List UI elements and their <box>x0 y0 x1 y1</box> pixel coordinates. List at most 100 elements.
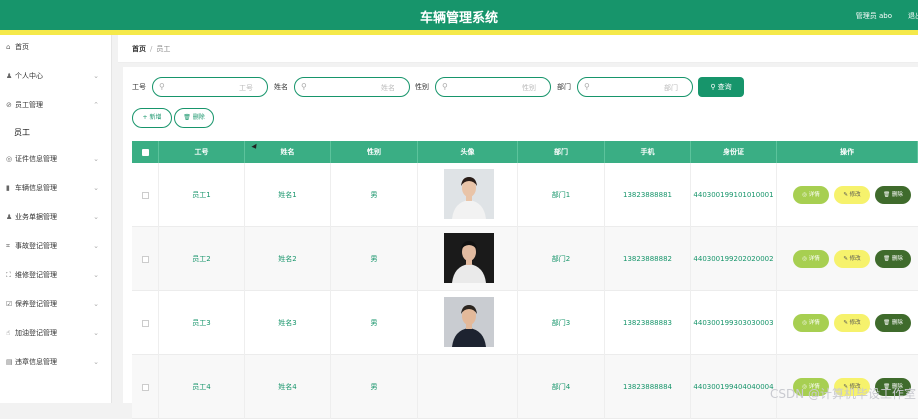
sidebar-item-8[interactable]: ☑保养登记管理⌄ <box>0 292 111 321</box>
breadcrumb-home[interactable]: 首页 <box>132 45 146 53</box>
cell-actions: ◎ 详情 ✎ 修改 🗑 删除 <box>777 163 918 227</box>
cell-dept: 部门1 <box>518 163 605 227</box>
column-header: 姓名 <box>245 141 331 163</box>
top-bar: 车辆管理系统 管理员 abo 退出 <box>0 0 918 30</box>
sidebar-item-5[interactable]: ♟业务单据管理⌄ <box>0 205 111 234</box>
cell-name: 姓名4 <box>245 355 331 419</box>
cell-avatar <box>418 355 518 419</box>
chevron-icon: ⌄ <box>93 176 99 201</box>
row-checkbox[interactable] <box>132 163 159 227</box>
chevron-icon: ⌄ <box>93 64 99 89</box>
delete-button[interactable]: 🗑 删除 <box>875 186 911 204</box>
chevron-icon: ⌄ <box>93 292 99 317</box>
id-card-icon: ◎ <box>6 147 15 172</box>
content-panel: 工号 ⚲ 工号 姓名 ⚲ 姓名 性别 ⚲ 性别 部门 ⚲ 部门 ⚲ 查询 <box>123 67 918 403</box>
sidebar-item-label: 个人中心 <box>15 72 43 80</box>
car-icon: ▮ <box>6 176 15 201</box>
search-input-dept[interactable]: ⚲ 部门 <box>577 77 693 97</box>
sidebar-item-label: 员工管理 <box>15 101 43 109</box>
cell-dept: 部门4 <box>518 355 605 419</box>
chevron-icon: ⌄ <box>93 263 99 288</box>
sidebar-item-label: 事故登记管理 <box>15 242 57 250</box>
sidebar-item-6[interactable]: ⌗事故登记管理⌄ <box>0 234 111 263</box>
cell-id: 员工1 <box>159 163 245 227</box>
search-bar: 工号 ⚲ 工号 姓名 ⚲ 姓名 性别 ⚲ 性别 部门 ⚲ 部门 ⚲ 查询 <box>132 77 912 97</box>
sidebar-item-0[interactable]: ⌂首页 <box>0 35 111 64</box>
search-input-gender-placeholder: 性别 <box>522 83 536 93</box>
cell-phone: 13823888884 <box>605 355 691 419</box>
cell-gender: 男 <box>331 291 418 355</box>
employee-avatar <box>444 169 494 219</box>
search-input-id[interactable]: ⚲ 工号 <box>152 77 268 97</box>
cell-id: 员工4 <box>159 355 245 419</box>
select-all-checkbox[interactable] <box>132 141 159 163</box>
table-row: 员工1姓名1男部门113823888881440300199101010001◎… <box>132 163 918 227</box>
chevron-icon: ⌄ <box>93 321 99 346</box>
cell-idcard: 440300199404040004 <box>691 355 777 419</box>
user-icon: ♟ <box>6 64 15 89</box>
sidebar-item-7[interactable]: ⛶维修登记管理⌄ <box>0 263 111 292</box>
search-label-id: 工号 <box>132 82 146 92</box>
main-content: 首页/员工 工号 ⚲ 工号 姓名 ⚲ 姓名 性别 ⚲ 性别 部门 ⚲ 部门 <box>118 35 918 403</box>
search-input-id-placeholder: 工号 <box>239 83 253 93</box>
cell-id: 员工3 <box>159 291 245 355</box>
sidebar-item-label: 业务单据管理 <box>15 213 57 221</box>
batch-delete-button[interactable]: 🗑 删除 <box>174 108 214 128</box>
search-input-name[interactable]: ⚲ 姓名 <box>294 77 410 97</box>
sidebar-item-2[interactable]: ⊘员工管理⌃ <box>0 93 111 122</box>
column-header: 性别 <box>331 141 418 163</box>
sidebar-item-label: 加油登记管理 <box>15 329 57 337</box>
row-checkbox[interactable] <box>132 227 159 291</box>
sidebar-item-4[interactable]: ▮车辆信息管理⌄ <box>0 176 111 205</box>
search-icon: ⚲ <box>442 82 448 91</box>
detail-button[interactable]: ◎ 详情 <box>793 186 829 204</box>
delete-button[interactable]: 🗑 删除 <box>875 314 911 332</box>
query-button[interactable]: ⚲ 查询 <box>698 77 744 97</box>
sidebar-item-1[interactable]: ♟个人中心 ⌄ <box>0 64 111 93</box>
sidebar-item-label: 首页 <box>15 43 29 51</box>
search-input-dept-placeholder: 部门 <box>664 83 678 93</box>
app-title: 车辆管理系统 <box>0 7 918 26</box>
search-input-gender[interactable]: ⚲ 性别 <box>435 77 551 97</box>
edit-button[interactable]: ✎ 修改 <box>834 314 870 332</box>
logout-link[interactable]: 退出 <box>908 11 918 21</box>
search-label-gender: 性别 <box>415 82 429 92</box>
table-header: 工号姓名性别头像部门手机身份证操作 <box>132 141 918 163</box>
column-header: 身份证 <box>691 141 777 163</box>
edit-button-label: 修改 <box>850 320 861 326</box>
employee-avatar <box>444 297 494 347</box>
sidebar-item-9[interactable]: ☝加油登记管理 ⌄ <box>0 321 111 350</box>
cell-name: 姓名3 <box>245 291 331 355</box>
sidebar: ⌂首页♟个人中心⌄⊘员工管理⌃员工◎证件信息管理⌄▮车辆信息管理⌄♟业务单据管理… <box>0 35 112 403</box>
edit-button[interactable]: ✎ 修改 <box>834 250 870 268</box>
thumb-icon: ☝ <box>6 321 15 346</box>
search-input-name-placeholder: 姓名 <box>381 83 395 93</box>
sidebar-item-3[interactable]: ◎证件信息管理⌄ <box>0 147 111 176</box>
sidebar-item-10[interactable]: ▤违章信息管理⌄ <box>0 350 111 379</box>
delete-button[interactable]: 🗑 删除 <box>875 250 911 268</box>
detail-button-label: 详情 <box>809 256 820 262</box>
add-button[interactable]: + 新增 <box>132 108 172 128</box>
edit-button[interactable]: ✎ 修改 <box>834 186 870 204</box>
staff-icon: ⊘ <box>6 93 15 118</box>
delete-button-label: 删除 <box>892 256 903 262</box>
detail-button[interactable]: ◎ 详情 <box>793 250 829 268</box>
column-header: 部门 <box>518 141 605 163</box>
batch-delete-button-label: 删除 <box>193 114 205 121</box>
current-user[interactable]: 管理员 abo <box>856 11 892 21</box>
search-icon: ⚲ <box>710 83 717 91</box>
cell-idcard: 440300199101010001 <box>691 163 777 227</box>
row-checkbox[interactable] <box>132 355 159 419</box>
sidebar-item-label: 维修登记管理 <box>15 271 57 279</box>
breadcrumb-current: 员工 <box>156 45 170 53</box>
table-row: 员工3姓名3男部门313823888883440300199303030003◎… <box>132 291 918 355</box>
cell-gender: 男 <box>331 227 418 291</box>
search-icon: ⚲ <box>301 82 307 91</box>
detail-button[interactable]: ◎ 详情 <box>793 314 829 332</box>
cell-dept: 部门2 <box>518 227 605 291</box>
sidebar-subitem-staff[interactable]: 员工 <box>0 122 111 147</box>
sidebar-item-label: 违章信息管理 <box>15 358 57 366</box>
employee-table: 工号姓名性别头像部门手机身份证操作 员工1姓名1男部门1138238888814… <box>132 141 918 419</box>
people-icon: ♟ <box>6 205 15 230</box>
row-checkbox[interactable] <box>132 291 159 355</box>
